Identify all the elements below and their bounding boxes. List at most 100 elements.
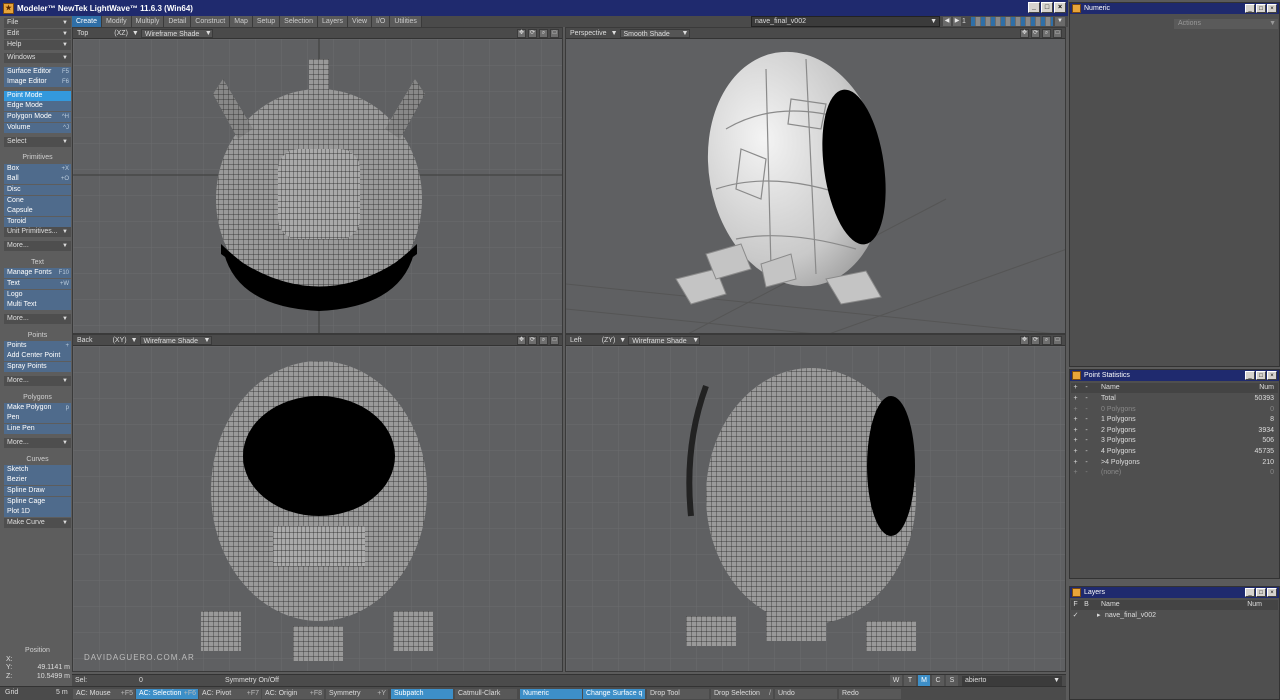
tab-create[interactable]: Create — [72, 16, 103, 27]
maximize-view-icon[interactable]: □ — [550, 336, 559, 345]
panel-minimize-button[interactable]: _ — [1245, 371, 1255, 380]
more3-button[interactable]: More... ▼ — [4, 376, 71, 386]
box-button[interactable]: Box +X — [4, 164, 71, 174]
layer-bank-menu-icon[interactable]: ▼ — [1055, 17, 1065, 26]
stats-row[interactable]: + - 3 Polygons 506 — [1071, 436, 1278, 446]
shade-mode-dropdown[interactable]: Wireframe Shade — [140, 28, 213, 38]
rotate-view-icon[interactable]: ⟳ — [1031, 336, 1040, 345]
move-view-icon[interactable]: ✥ — [517, 29, 526, 38]
move-view-icon[interactable]: ✥ — [1020, 336, 1029, 345]
zoom-view-icon[interactable]: ⌕ — [539, 29, 548, 38]
tab-utilities[interactable]: Utilities — [390, 16, 422, 27]
rotate-view-icon[interactable]: ⟳ — [528, 29, 537, 38]
ac-pivot-button[interactable]: AC: Pivot +F7 — [199, 689, 261, 699]
cone-button[interactable]: Cone — [4, 196, 71, 206]
drop-selection-button[interactable]: Drop Selection / — [711, 689, 773, 699]
make-polygon-button[interactable]: Make Polygon p — [4, 403, 71, 413]
points-button[interactable]: Points + — [4, 341, 71, 351]
stats-row[interactable]: + - (none) 0 — [1071, 468, 1278, 478]
view-type-label[interactable]: Top — [73, 28, 92, 39]
minus-icon[interactable]: - — [1082, 405, 1091, 415]
tab-construct[interactable]: Construct — [191, 16, 231, 27]
stats-row[interactable]: + - Total 50393 — [1071, 394, 1278, 404]
ac-origin-button[interactable]: AC: Origin +F8 — [262, 689, 324, 699]
tab-detail[interactable]: Detail — [164, 16, 192, 27]
zoom-view-icon[interactable]: ⌕ — [539, 336, 548, 345]
text-button[interactable]: Text +W — [4, 279, 71, 289]
subpatch-button[interactable]: Subpatch — [391, 689, 453, 699]
tab-view[interactable]: View — [347, 16, 373, 27]
make-curve-button[interactable]: Make Curve ▼ — [4, 518, 71, 528]
object-selector[interactable]: nave_final_v002 ▼ — [751, 16, 940, 27]
spline-draw-button[interactable]: Spline Draw — [4, 486, 71, 496]
ac-mouse-button[interactable]: AC: Mouse +F5 — [73, 689, 135, 699]
tab-layers[interactable]: Layers — [317, 16, 348, 27]
view-type-label[interactable]: Back — [73, 335, 97, 346]
layer-number[interactable]: 1 — [962, 17, 970, 26]
viewport-left[interactable]: Left (ZY) ▼ Wireframe Shade ▼ ✥ ⟳ ⌕ □ — [565, 334, 1066, 672]
logo-button[interactable]: Logo — [4, 290, 71, 300]
plus-icon[interactable]: + — [1071, 468, 1080, 478]
expand-triangle-icon[interactable]: ▸ — [1097, 611, 1101, 621]
redo-button[interactable]: Redo — [839, 689, 901, 699]
viewport-perspective[interactable]: Perspective ▼ Smooth Shade ▼ ✥ ⟳ ⌕ □ — [565, 27, 1066, 334]
drop-tool-button[interactable]: Drop Tool — [647, 689, 709, 699]
viewport-top[interactable]: Top (XZ) ▼ Wireframe Shade ▼ ✥ ⟳ ⌕ □ — [72, 27, 563, 334]
minus-icon[interactable]: - — [1082, 394, 1091, 404]
move-view-icon[interactable]: ✥ — [1020, 29, 1029, 38]
help-button[interactable]: Help ▼ — [4, 40, 71, 50]
undo-button[interactable]: Undo — [775, 689, 837, 699]
stats-row[interactable]: + - 4 Polygons 45735 — [1071, 447, 1278, 457]
panel-close-button[interactable]: × — [1267, 4, 1277, 13]
spline-cage-button[interactable]: Spline Cage — [4, 497, 71, 507]
surface-editor-button[interactable]: Surface Editor F5 — [4, 67, 71, 77]
shade-mode-dropdown[interactable]: Wireframe Shade — [139, 335, 212, 345]
tab-selection[interactable]: Selection — [280, 16, 318, 27]
layer-bank-strip[interactable] — [971, 17, 1053, 26]
pen-button[interactable]: Pen — [4, 413, 71, 423]
minimize-button[interactable]: _ — [1028, 2, 1040, 13]
view-axes-label[interactable]: (XZ) — [110, 28, 132, 39]
maximize-view-icon[interactable]: □ — [550, 29, 559, 38]
manage-fonts-button[interactable]: Manage Fonts F10 — [4, 268, 71, 278]
file-button[interactable]: File ▼ — [4, 18, 71, 28]
multi-text-button[interactable]: Multi Text — [4, 300, 71, 310]
capsule-button[interactable]: Capsule — [4, 206, 71, 216]
minus-icon[interactable]: - — [1082, 468, 1091, 478]
view-type-label[interactable]: Left — [566, 335, 586, 346]
panel-close-button[interactable]: × — [1267, 371, 1277, 380]
catmull-button[interactable]: Catmull-Clark — [455, 689, 517, 699]
unit-primitives-button[interactable]: Unit Primitives... ▼ — [4, 227, 71, 237]
stats-row[interactable]: + - 1 Polygons 8 — [1071, 415, 1278, 425]
toroid-button[interactable]: Toroid — [4, 217, 71, 227]
numeric-button[interactable]: Numeric — [520, 689, 582, 699]
image-editor-button[interactable]: Image Editor F6 — [4, 77, 71, 87]
bezier-button[interactable]: Bezier — [4, 475, 71, 485]
maximize-view-icon[interactable]: □ — [1053, 336, 1062, 345]
plus-icon[interactable]: + — [1071, 436, 1080, 446]
disc-button[interactable]: Disc — [4, 185, 71, 195]
add-center-point-button[interactable]: Add Center Point — [4, 351, 71, 361]
foreground-check-icon[interactable]: ✓ — [1071, 611, 1080, 621]
plus-icon[interactable]: + — [1071, 458, 1080, 468]
sketch-button[interactable]: Sketch — [4, 465, 71, 475]
surface-selector[interactable]: abierto ▼ — [962, 676, 1062, 686]
minus-icon[interactable]: - — [1082, 415, 1091, 425]
more1-button[interactable]: More... ▼ — [4, 241, 71, 251]
volume-button[interactable]: Volume ^J — [4, 123, 71, 133]
viewport-back[interactable]: Back (XY) ▼ Wireframe Shade ▼ ✥ ⟳ ⌕ □ DA… — [72, 334, 563, 672]
rotate-view-icon[interactable]: ⟳ — [1031, 29, 1040, 38]
prev-layer-icon[interactable]: ◀ — [943, 17, 951, 26]
maximize-button[interactable]: □ — [1041, 2, 1053, 13]
view-type-label[interactable]: Perspective — [566, 28, 611, 39]
select-button[interactable]: Select ▼ — [4, 137, 71, 147]
shade-mode-dropdown[interactable]: Wireframe Shade — [628, 335, 701, 345]
view-axes-label[interactable]: (ZY) — [598, 335, 620, 346]
edit-button[interactable]: Edit ▼ — [4, 29, 71, 39]
maximize-view-icon[interactable]: □ — [1053, 29, 1062, 38]
view-axes-label[interactable]: (XY) — [109, 335, 131, 346]
stats-row[interactable]: + - >4 Polygons 210 — [1071, 458, 1278, 468]
tab-map[interactable]: Map — [230, 16, 253, 27]
actions-dropdown[interactable]: Actions ▼ — [1174, 19, 1278, 29]
ball-button[interactable]: Ball +O — [4, 174, 71, 184]
